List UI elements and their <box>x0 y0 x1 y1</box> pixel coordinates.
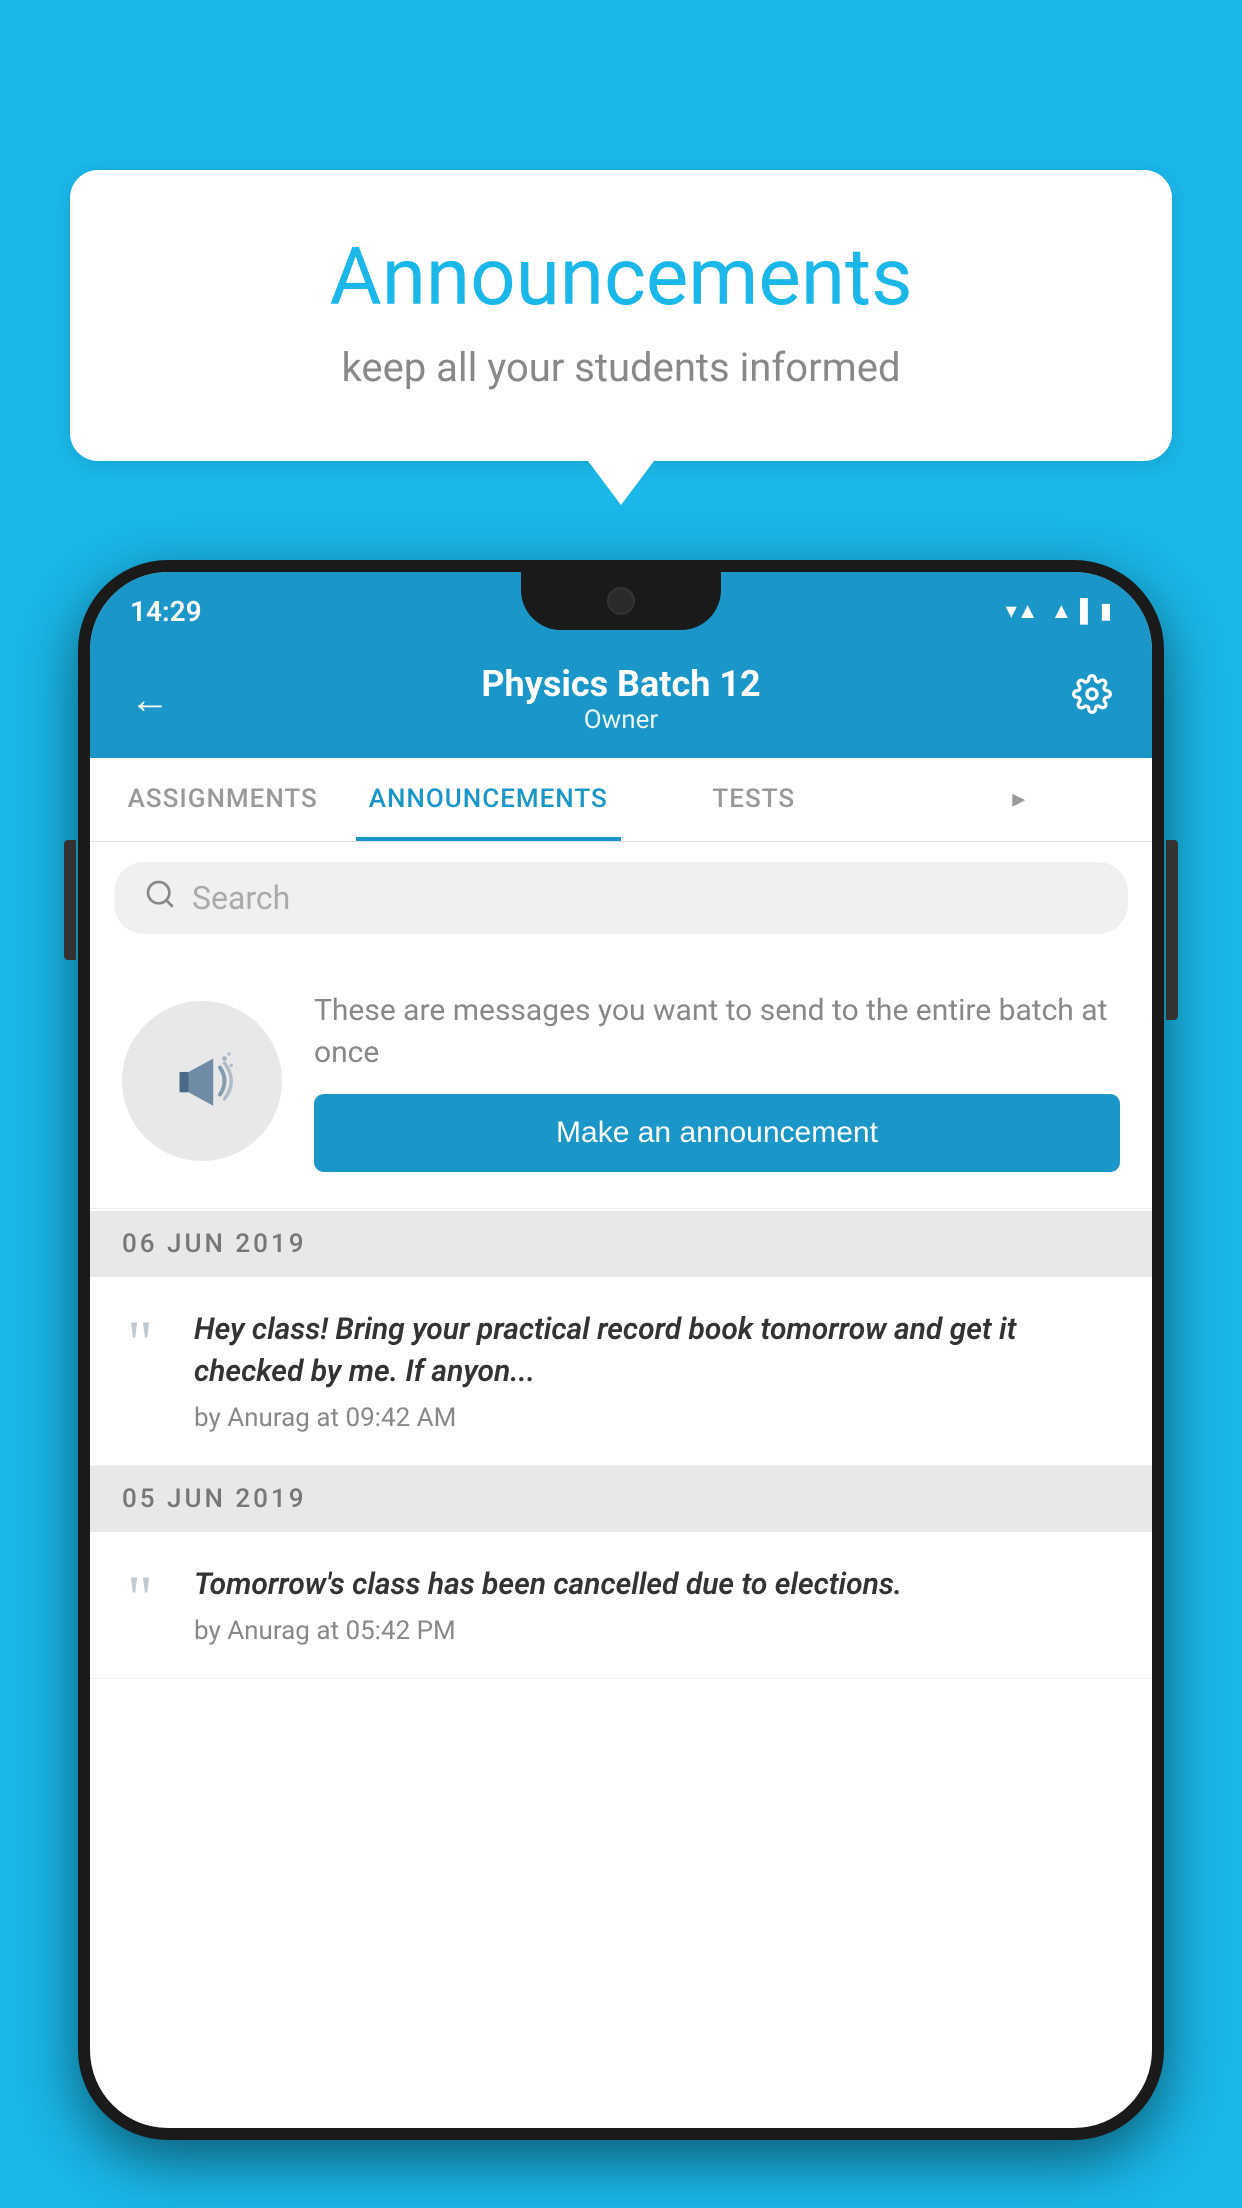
announcement-meta-2: by Anurag at 05:42 PM <box>194 1616 1120 1646</box>
search-bar: Search <box>90 842 1152 954</box>
quote-icon-2: " <box>110 1572 170 1623</box>
announcement-description: These are messages you want to send to t… <box>314 990 1120 1074</box>
tab-announcements[interactable]: ANNOUNCEMENTS <box>356 757 622 841</box>
speech-bubble: Announcements keep all your students inf… <box>70 170 1172 461</box>
battery-icon: ▮ <box>1100 599 1112 624</box>
volume-button <box>64 840 76 960</box>
phone-screen: 14:29 ▾▲ ▲▐ ▮ ← Physics Batch 12 Owner <box>90 572 1152 2128</box>
tabs-bar: ASSIGNMENTS ANNOUNCEMENTS TESTS ▸ <box>90 758 1152 842</box>
phone: 14:29 ▾▲ ▲▐ ▮ ← Physics Batch 12 Owner <box>78 560 1164 2140</box>
phone-outer: 14:29 ▾▲ ▲▐ ▮ ← Physics Batch 12 Owner <box>78 560 1164 2140</box>
header-title: Physics Batch 12 <box>170 663 1072 705</box>
announcement-right: These are messages you want to send to t… <box>314 990 1120 1172</box>
announcement-text-1: Hey class! Bring your practical record b… <box>194 1309 1120 1393</box>
tab-assignments[interactable]: ASSIGNMENTS <box>90 757 356 841</box>
wifi-icon: ▾▲ <box>1006 598 1039 624</box>
camera <box>607 587 635 615</box>
notch <box>521 572 721 630</box>
announcement-content-2: Tomorrow's class has been cancelled due … <box>194 1564 1120 1646</box>
announcement-meta-1: by Anurag at 09:42 AM <box>194 1403 1120 1433</box>
tab-more[interactable]: ▸ <box>887 757 1153 841</box>
power-button <box>1166 840 1178 1020</box>
header-title-area: Physics Batch 12 Owner <box>170 663 1072 735</box>
header-subtitle: Owner <box>170 705 1072 735</box>
status-icons: ▾▲ ▲▐ ▮ <box>1006 598 1112 624</box>
app-header: ← Physics Batch 12 Owner <box>90 640 1152 758</box>
make-announcement-button[interactable]: Make an announcement <box>314 1094 1120 1172</box>
search-inner[interactable]: Search <box>114 862 1128 934</box>
back-button[interactable]: ← <box>130 676 170 723</box>
announcement-item-1: " Hey class! Bring your practical record… <box>90 1277 1152 1466</box>
announcement-icon-circle <box>122 1001 282 1161</box>
speech-bubble-section: Announcements keep all your students inf… <box>70 170 1172 461</box>
search-placeholder: Search <box>192 879 290 917</box>
announcement-item-2: " Tomorrow's class has been cancelled du… <box>90 1532 1152 1679</box>
date-divider-2: 05 JUN 2019 <box>90 1466 1152 1532</box>
search-icon <box>144 878 176 918</box>
status-time: 14:29 <box>130 595 202 628</box>
speech-bubble-subtitle: keep all your students informed <box>150 344 1092 391</box>
signal-icon: ▲▐ <box>1051 598 1088 624</box>
announcement-content-1: Hey class! Bring your practical record b… <box>194 1309 1120 1433</box>
announcement-intro-card: These are messages you want to send to t… <box>90 954 1152 1209</box>
speech-bubble-title: Announcements <box>150 230 1092 324</box>
tab-tests[interactable]: TESTS <box>621 757 887 841</box>
date-divider-1: 06 JUN 2019 <box>90 1211 1152 1277</box>
quote-icon-1: " <box>110 1317 170 1368</box>
gear-button[interactable] <box>1072 674 1112 724</box>
announcement-text-2: Tomorrow's class has been cancelled due … <box>194 1564 1120 1606</box>
screen-content: Search <box>90 842 1152 2128</box>
